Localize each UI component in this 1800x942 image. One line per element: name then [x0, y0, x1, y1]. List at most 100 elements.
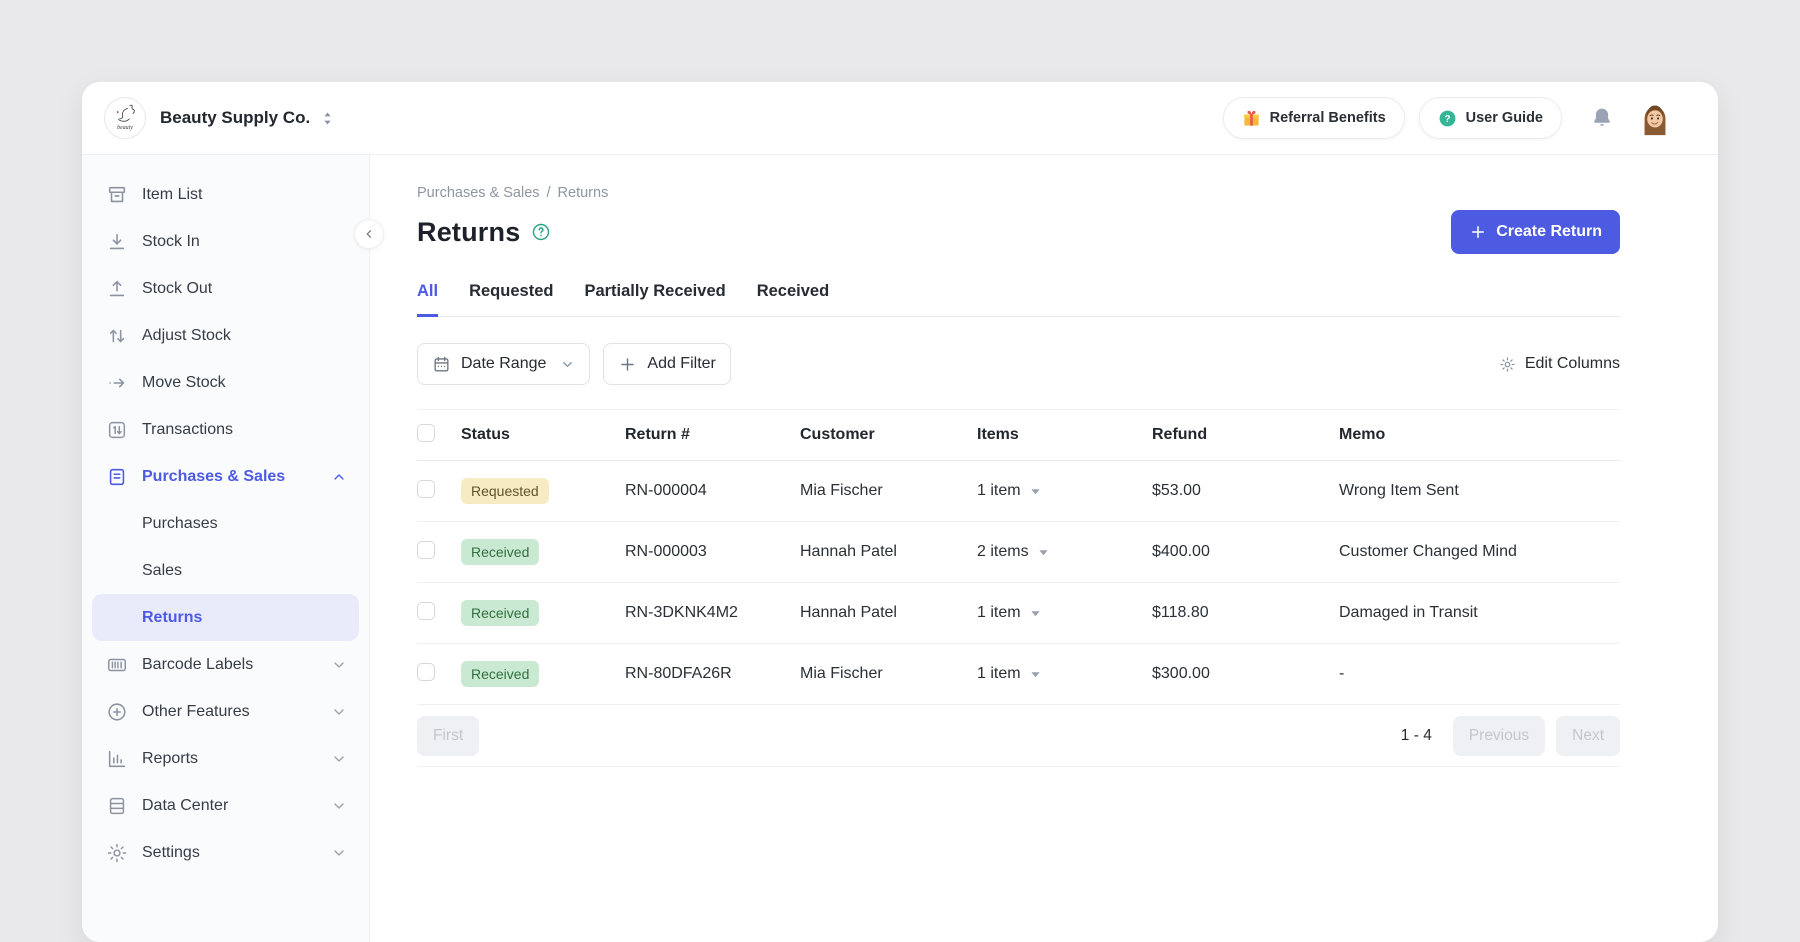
gear-icon	[1499, 356, 1516, 373]
items-count: 1 item	[977, 665, 1021, 683]
edit-columns-label: Edit Columns	[1525, 355, 1620, 373]
row-checkbox[interactable]	[417, 541, 435, 559]
caret-down-icon	[1030, 608, 1041, 619]
chevron-down-icon	[331, 751, 347, 767]
sidebar-item-adjust-stock[interactable]: Adjust Stock	[82, 312, 369, 359]
items-dropdown[interactable]: 1 item	[977, 482, 1152, 500]
sidebar-item-stock-in[interactable]: Stock In	[82, 218, 369, 265]
tab-partially-received[interactable]: Partially Received	[584, 282, 725, 317]
add-filter-button[interactable]: Add Filter	[603, 343, 730, 385]
chevron-down-icon	[331, 845, 347, 861]
company-name: Beauty Supply Co.	[160, 108, 310, 128]
sidebar-item-stock-out[interactable]: Stock Out	[82, 265, 369, 312]
column-header-status: Status	[461, 426, 625, 444]
sidebar-item-settings[interactable]: Settings	[82, 829, 369, 876]
memo-text: -	[1339, 665, 1620, 683]
tab-all[interactable]: All	[417, 282, 438, 317]
sidebar-item-barcode-labels[interactable]: Barcode Labels	[82, 641, 369, 688]
create-return-label: Create Return	[1496, 223, 1602, 241]
svg-text:beauty: beauty	[117, 125, 133, 131]
date-range-label: Date Range	[461, 355, 546, 373]
sidebar-item-item-list[interactable]: Item List	[82, 171, 369, 218]
adjust-stock-icon	[106, 325, 128, 347]
sidebar-item-sales[interactable]: Sales	[82, 547, 369, 594]
items-count: 2 items	[977, 543, 1029, 561]
sidebar-item-label: Item List	[142, 186, 347, 204]
previous-page-button[interactable]: Previous	[1453, 716, 1545, 756]
sidebar-item-reports[interactable]: Reports	[82, 735, 369, 782]
calendar-icon	[432, 355, 451, 374]
caret-down-icon	[1030, 669, 1041, 680]
table-row[interactable]: Received RN-000003 Hannah Patel 2 items …	[417, 522, 1620, 583]
plus-icon	[1469, 223, 1487, 241]
row-checkbox[interactable]	[417, 480, 435, 498]
items-dropdown[interactable]: 1 item	[977, 665, 1152, 683]
add-filter-label: Add Filter	[647, 355, 715, 373]
sidebar-item-label: Purchases & Sales	[142, 468, 331, 486]
customer-name: Hannah Patel	[800, 543, 977, 561]
pagination: First 1 - 4 Previous Next	[417, 705, 1620, 767]
column-header-return-no: Return #	[625, 426, 800, 444]
column-header-memo: Memo	[1339, 426, 1620, 444]
sidebar-item-returns[interactable]: Returns	[92, 594, 359, 641]
sidebar-item-label: Move Stock	[142, 374, 347, 392]
sidebar-item-transactions[interactable]: Transactions	[82, 406, 369, 453]
memo-text: Damaged in Transit	[1339, 604, 1620, 622]
plus-icon	[618, 355, 637, 374]
refund-amount: $118.80	[1152, 604, 1339, 622]
return-number: RN-000004	[625, 482, 800, 500]
breadcrumb-purchases-sales[interactable]: Purchases & Sales	[417, 185, 540, 201]
pagination-range: 1 - 4	[1401, 727, 1432, 745]
svg-text:?: ?	[1444, 114, 1450, 125]
row-checkbox[interactable]	[417, 602, 435, 620]
sidebar-item-purchases-sales[interactable]: Purchases & Sales	[82, 453, 369, 500]
stock-in-icon	[106, 231, 128, 253]
tab-received[interactable]: Received	[757, 282, 829, 317]
referral-benefits-label: Referral Benefits	[1270, 110, 1386, 126]
user-guide-label: User Guide	[1466, 110, 1543, 126]
page-help-icon[interactable]	[531, 222, 551, 242]
breadcrumb-returns[interactable]: Returns	[558, 185, 609, 201]
sidebar-item-purchases[interactable]: Purchases	[82, 500, 369, 547]
select-all-checkbox[interactable]	[417, 424, 435, 442]
sidebar-item-move-stock[interactable]: Move Stock	[82, 359, 369, 406]
sidebar-item-other-features[interactable]: Other Features	[82, 688, 369, 735]
table-row[interactable]: Received RN-80DFA26R Mia Fischer 1 item …	[417, 644, 1620, 705]
notifications-button[interactable]	[1590, 106, 1614, 130]
sidebar-item-label: Purchases	[142, 515, 218, 533]
date-range-dropdown[interactable]: Date Range	[417, 343, 590, 385]
referral-benefits-button[interactable]: Referral Benefits	[1223, 97, 1405, 139]
stock-out-icon	[106, 278, 128, 300]
table-row[interactable]: Requested RN-000004 Mia Fischer 1 item $…	[417, 461, 1620, 522]
chevron-down-icon	[560, 357, 575, 372]
refund-amount: $53.00	[1152, 482, 1339, 500]
sidebar-item-data-center[interactable]: Data Center	[82, 782, 369, 829]
tab-requested[interactable]: Requested	[469, 282, 553, 317]
memo-text: Wrong Item Sent	[1339, 482, 1620, 500]
breadcrumb: Purchases & Sales / Returns	[417, 185, 1620, 201]
refund-amount: $300.00	[1152, 665, 1339, 683]
items-dropdown[interactable]: 2 items	[977, 543, 1152, 561]
database-icon	[106, 795, 128, 817]
collapse-sidebar-button[interactable]	[354, 219, 384, 249]
main-content: Purchases & Sales / Returns Returns	[370, 155, 1718, 942]
beauty-logo-icon: beauty	[105, 98, 145, 138]
items-count: 1 item	[977, 482, 1021, 500]
refund-amount: $400.00	[1152, 543, 1339, 561]
sidebar-item-label: Data Center	[142, 797, 331, 815]
table-row[interactable]: Received RN-3DKNK4M2 Hannah Patel 1 item…	[417, 583, 1620, 644]
edit-columns-button[interactable]: Edit Columns	[1499, 355, 1620, 373]
create-return-button[interactable]: Create Return	[1451, 210, 1620, 254]
status-badge: Received	[461, 661, 539, 687]
sidebar-item-label: Reports	[142, 750, 331, 768]
company-switcher[interactable]: Beauty Supply Co.	[160, 108, 333, 128]
items-dropdown[interactable]: 1 item	[977, 604, 1152, 622]
question-circle-icon: ?	[1438, 109, 1457, 128]
next-page-button[interactable]: Next	[1556, 716, 1620, 756]
first-page-button[interactable]: First	[417, 716, 479, 756]
row-checkbox[interactable]	[417, 663, 435, 681]
user-guide-button[interactable]: ? User Guide	[1419, 97, 1562, 139]
sidebar-item-label: Barcode Labels	[142, 656, 331, 674]
user-avatar[interactable]	[1636, 99, 1674, 137]
desktop-background: beauty Beauty Supply Co. Re	[0, 0, 1800, 913]
